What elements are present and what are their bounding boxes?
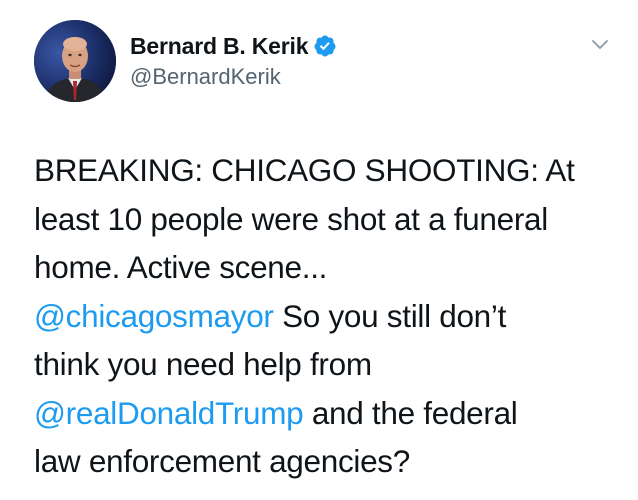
tweet-text-fragment: So you still don’t xyxy=(273,297,507,334)
author-handle[interactable]: @BernardKerik xyxy=(130,64,281,90)
mention-link-chicagosmayor[interactable]: @chicagosmayor xyxy=(34,298,274,334)
tweet-card: Bernard B. Kerik @BernardKerik BREAKING:… xyxy=(0,0,638,500)
tweet-line: home. Active scene... xyxy=(34,249,328,285)
mention-link-realdonaldtrump[interactable]: @realDonaldTrump xyxy=(34,395,304,431)
tweet-line: @chicagosmayor So you still don’t xyxy=(34,292,624,341)
avatar[interactable] xyxy=(34,20,116,102)
tweet-text: BREAKING: CHICAGO SHOOTING: At least 10 … xyxy=(34,146,624,486)
verified-badge-icon xyxy=(313,34,337,58)
author-name-row: Bernard B. Kerik xyxy=(130,32,337,60)
tweet-text-fragment: and the federal xyxy=(303,394,518,431)
tweet-line: @realDonaldTrump and the federal xyxy=(34,389,624,438)
display-name[interactable]: Bernard B. Kerik xyxy=(130,33,309,60)
chevron-down-icon[interactable] xyxy=(591,37,609,51)
tweet-line: least 10 people were shot at a funeral xyxy=(34,200,548,237)
tweet-line: BREAKING: CHICAGO SHOOTING: At xyxy=(34,152,575,188)
tweet-line: law enforcement agencies? xyxy=(34,443,410,479)
tweet-line: think you need help from xyxy=(34,346,372,382)
avatar-photo xyxy=(34,20,116,102)
